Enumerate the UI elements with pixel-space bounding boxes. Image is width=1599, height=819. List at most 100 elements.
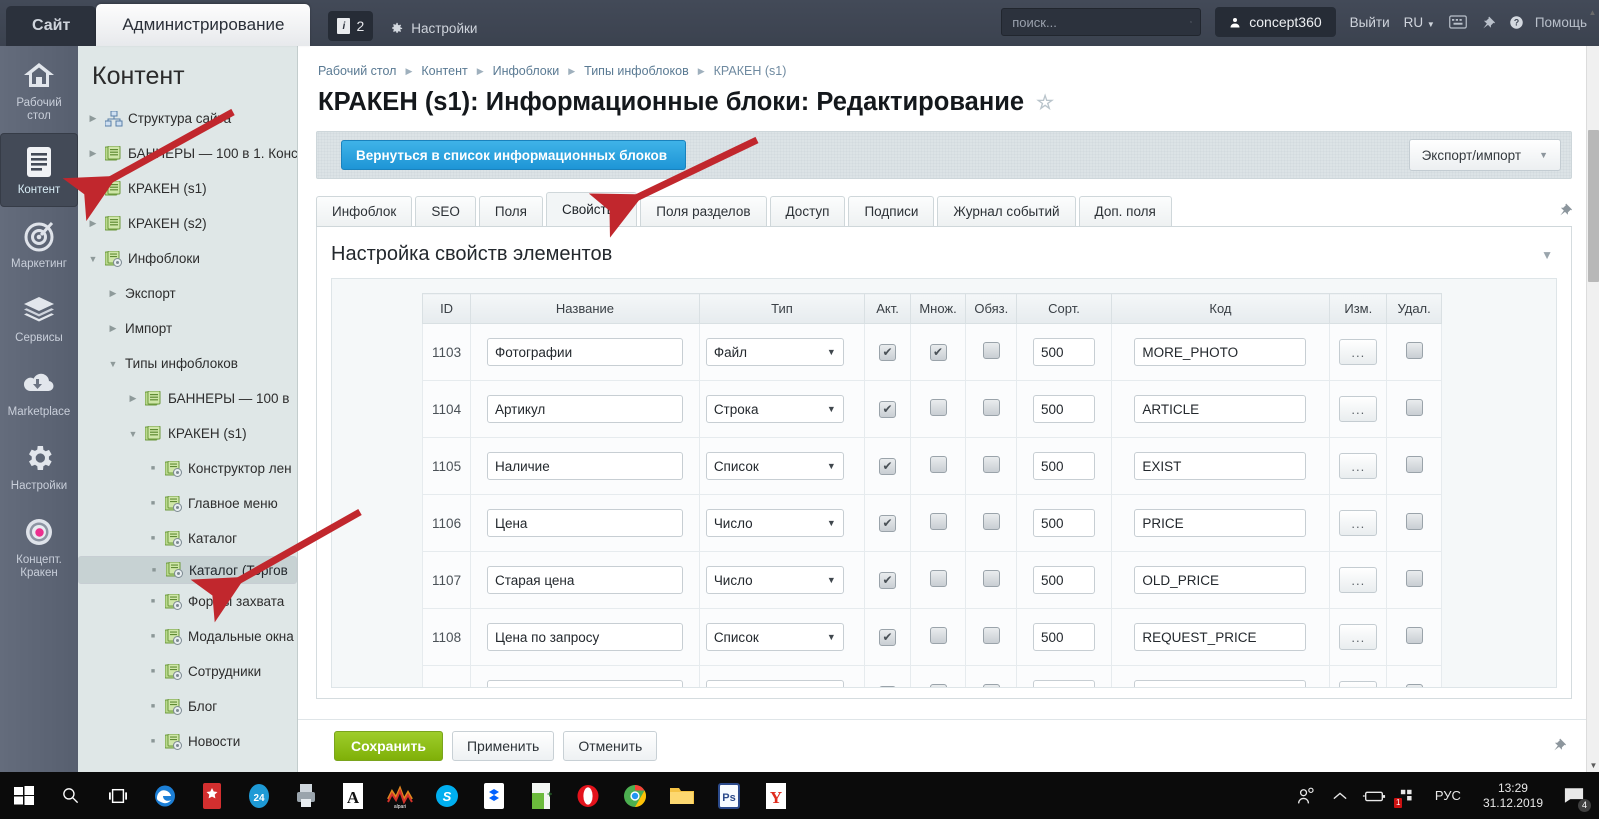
rail-item-concept-kraken[interactable]: Концепт. Кракен (0, 503, 78, 590)
tab-5[interactable]: Доступ (769, 196, 846, 226)
property-type-select[interactable]: Список ▼ (705, 452, 844, 480)
property-name-input[interactable] (486, 452, 683, 480)
property-sort-input[interactable] (1032, 623, 1095, 651)
tree-item[interactable]: ■ Главное меню (78, 486, 297, 521)
tree-expand-icon[interactable]: ▶ (106, 288, 120, 299)
property-edit-button[interactable]: ... (1339, 510, 1378, 536)
taskbar-clock[interactable]: 13:29 31.12.2019 (1473, 781, 1553, 811)
property-multiple-checkbox[interactable]: ✔ (929, 343, 947, 361)
rail-item-desktop[interactable]: Рабочий стол (0, 46, 78, 133)
tab-2[interactable]: Поля (478, 196, 543, 226)
property-active-checkbox[interactable]: ✔ (879, 685, 896, 687)
scroll-up-arrow-icon[interactable]: ▲ (1586, 6, 1599, 19)
star-icon[interactable]: ☆ (1036, 90, 1054, 115)
property-type-select[interactable]: Число ▼ (705, 566, 844, 594)
property-type-select[interactable]: Число ▼ (705, 509, 844, 537)
tree-expand-icon[interactable]: ▶ (86, 183, 100, 194)
excel-green-icon[interactable]: + (517, 772, 564, 819)
help-link[interactable]: ? Помощь (1509, 15, 1587, 30)
property-type-select[interactable]: Файл ▼ (705, 338, 844, 366)
cancel-button[interactable]: Отменить (563, 731, 658, 761)
property-name-input[interactable] (486, 623, 683, 651)
task-view-icon[interactable] (94, 772, 141, 819)
property-required-checkbox[interactable] (982, 342, 1000, 359)
property-code-input[interactable] (1134, 452, 1307, 480)
search-input[interactable] (1010, 13, 1191, 31)
site-tab[interactable]: Сайт (6, 6, 97, 46)
rail-item-marketplace[interactable]: Marketplace (0, 355, 78, 429)
property-multiple-checkbox[interactable] (929, 684, 947, 687)
property-required-checkbox[interactable] (982, 627, 1000, 644)
tab-4[interactable]: Поля разделов (640, 196, 767, 226)
property-edit-button[interactable]: ... (1339, 396, 1378, 422)
tab-0[interactable]: Инфоблок (316, 196, 413, 226)
property-sort-input[interactable] (1032, 566, 1095, 594)
action-center-icon[interactable]: 4 (1557, 772, 1591, 819)
property-required-checkbox[interactable] (982, 399, 1000, 416)
dropbox-icon[interactable] (470, 772, 517, 819)
admin-tab[interactable]: Администрирование (96, 4, 311, 46)
tree-item[interactable]: ▶ КРАКЕН (s1) (78, 171, 297, 206)
property-delete-checkbox[interactable] (1405, 513, 1423, 530)
property-code-input[interactable] (1134, 566, 1307, 594)
property-multiple-checkbox[interactable] (929, 456, 947, 473)
property-code-input[interactable] (1134, 338, 1307, 366)
property-name-input[interactable] (486, 338, 683, 366)
language-switcher[interactable]: RU ▼ (1404, 15, 1435, 30)
battery-icon[interactable] (1359, 772, 1389, 819)
user-menu-button[interactable]: concept360 (1215, 7, 1336, 37)
property-edit-button[interactable]: ... (1339, 339, 1378, 365)
tab-8[interactable]: Доп. поля (1078, 196, 1172, 226)
tree-item[interactable]: ■ Конструктор лен (78, 451, 297, 486)
property-sort-input[interactable] (1032, 680, 1095, 687)
chevron-down-icon[interactable]: ▼ (1541, 248, 1553, 262)
chrome-icon[interactable] (611, 772, 658, 819)
keyboard-button[interactable] (1448, 15, 1467, 29)
tree-expand-icon[interactable]: ▶ (126, 393, 140, 404)
breadcrumb-item[interactable]: Типы инфоблоков (584, 64, 689, 78)
tree-item[interactable]: ▶ КРАКЕН (s2) (78, 206, 297, 241)
tree-item[interactable]: ▶ БАННЕРЫ — 100 в 1. Конс (78, 136, 297, 171)
tree-expand-icon[interactable]: ▶ (106, 323, 120, 334)
yandex-icon[interactable]: Y (752, 772, 799, 819)
tree-item[interactable]: ▼ Инфоблоки (78, 241, 297, 276)
tree-item[interactable]: ▶ Импорт (78, 311, 297, 346)
tab-7[interactable]: Журнал событий (937, 196, 1076, 226)
pin-button[interactable] (1481, 15, 1495, 30)
bookmark-red-icon[interactable] (188, 772, 235, 819)
property-edit-button[interactable]: ... (1339, 453, 1378, 479)
people-icon[interactable] (1291, 772, 1321, 819)
tree-item[interactable]: ▼ Типы инфоблоков (78, 346, 297, 381)
a-white-icon[interactable]: A (329, 772, 376, 819)
property-active-checkbox[interactable]: ✔ (879, 457, 896, 475)
property-name-input[interactable] (486, 395, 683, 423)
photoshop-icon[interactable]: Ps (705, 772, 752, 819)
notification-badge-icon[interactable]: 1 (1393, 772, 1423, 819)
property-edit-button[interactable]: ... (1339, 567, 1378, 593)
property-delete-checkbox[interactable] (1405, 627, 1423, 644)
property-edit-button[interactable]: ... (1339, 681, 1378, 687)
tree-item[interactable]: ▶ Структура сайта (78, 101, 297, 136)
rail-item-content[interactable]: Контент (0, 133, 78, 207)
property-required-checkbox[interactable] (982, 513, 1000, 530)
skype-icon[interactable]: S (423, 772, 470, 819)
property-code-input[interactable] (1134, 509, 1307, 537)
apply-button[interactable]: Применить (451, 731, 555, 761)
property-active-checkbox[interactable]: ✔ (879, 571, 896, 589)
property-active-checkbox[interactable]: ✔ (879, 628, 896, 646)
property-required-checkbox[interactable] (982, 456, 1000, 473)
property-delete-checkbox[interactable] (1405, 399, 1423, 416)
start-button[interactable] (0, 772, 47, 819)
breadcrumb-item[interactable]: Инфоблоки (493, 64, 560, 78)
logout-link[interactable]: Выйти (1350, 15, 1390, 30)
scrollbar-thumb[interactable] (1588, 130, 1599, 282)
property-name-input[interactable] (486, 566, 683, 594)
property-required-checkbox[interactable] (982, 570, 1000, 587)
tab-6[interactable]: Подписи (848, 196, 935, 226)
property-delete-checkbox[interactable] (1405, 684, 1423, 687)
property-type-select[interactable]: Строка ▼ (705, 395, 844, 423)
rail-item-settings[interactable]: Настройки (0, 429, 78, 503)
property-name-input[interactable] (486, 680, 683, 687)
24-blue-icon[interactable]: 24 (235, 772, 282, 819)
taskbar-search-icon[interactable] (47, 772, 94, 819)
